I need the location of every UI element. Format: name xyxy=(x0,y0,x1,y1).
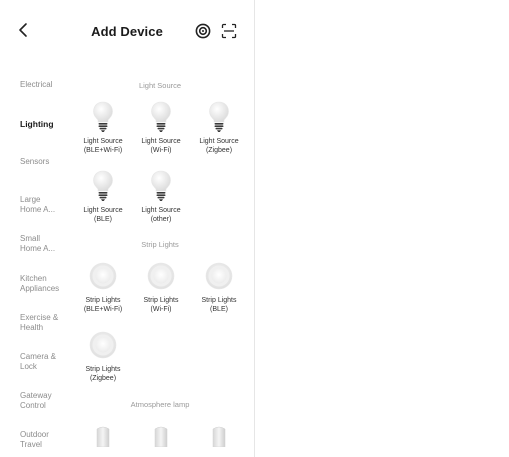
strip-light-icon xyxy=(188,258,250,294)
add-device-screen: Add Device Electrical Lighting Sensors Larg… xyxy=(0,0,255,457)
bulb-icon xyxy=(72,168,134,204)
device-tile[interactable]: Light Source (Wi-Fi) xyxy=(130,99,192,155)
strip-light-icon xyxy=(72,327,134,363)
device-label: Light Source (other) xyxy=(141,207,181,223)
header: Add Device xyxy=(0,0,254,62)
device-label: Light Source (BLE+Wi-Fi) xyxy=(83,138,123,154)
bulb-icon xyxy=(130,99,192,135)
device-label: Light Source (Wi-Fi) xyxy=(141,138,181,154)
sidebar-item-sensors[interactable]: Sensors xyxy=(20,157,70,167)
category-sidebar: Electrical Lighting Sensors Large Home A...… xyxy=(0,62,70,457)
device-grid: Light Source Light Source (BLE+Wi-Fi) Ligh… xyxy=(70,62,254,457)
device-tile[interactable]: Strip Lights (Zigbee) xyxy=(72,327,134,383)
device-tile[interactable]: Strip Lights (BLE+Wi-Fi) xyxy=(72,258,134,314)
device-label: Light Source (Zigbee) xyxy=(199,138,239,154)
device-label: Strip Lights (BLE+Wi-Fi) xyxy=(83,297,123,313)
scan-frame-icon xyxy=(221,23,237,39)
scan-code-button[interactable] xyxy=(221,23,237,39)
sidebar-item-outdoor-travel[interactable]: Outdoor Travel xyxy=(20,430,70,450)
bulb-icon xyxy=(188,99,250,135)
sidebar-item-exercise-health[interactable]: Exercise & Health xyxy=(20,313,70,333)
strip-light-icon xyxy=(72,258,134,294)
device-tile[interactable] xyxy=(188,418,250,454)
device-tile[interactable]: Strip Lights (BLE) xyxy=(188,258,250,314)
atmosphere-lamp-icon xyxy=(72,418,134,454)
sidebar-item-small-home-a[interactable]: Small Home A... xyxy=(20,234,70,254)
section-title-light-source: Light Source xyxy=(138,81,182,90)
bulb-icon xyxy=(130,168,192,204)
device-tile[interactable]: Light Source (BLE) xyxy=(72,168,134,224)
scan-ring-button[interactable] xyxy=(195,23,211,39)
scan-ring-icon xyxy=(195,23,211,39)
sidebar-item-large-home-a[interactable]: Large Home A... xyxy=(20,195,70,215)
device-tile[interactable]: Light Source (Zigbee) xyxy=(188,99,250,155)
device-tile[interactable]: Light Source (other) xyxy=(130,168,192,224)
device-label: Light Source (BLE) xyxy=(83,207,123,223)
device-tile[interactable]: Strip Lights (Wi-Fi) xyxy=(130,258,192,314)
sidebar-item-gateway-control[interactable]: Gateway Control xyxy=(20,391,70,411)
section-title-strip-lights: Strip Lights xyxy=(141,240,179,249)
bulb-icon xyxy=(72,99,134,135)
device-label: Strip Lights (Wi-Fi) xyxy=(143,297,179,313)
page-title: Add Device xyxy=(91,24,163,39)
sidebar-item-kitchen-appliances[interactable]: Kitchen Appliances xyxy=(20,274,70,294)
sidebar-item-lighting[interactable]: Lighting xyxy=(20,119,70,129)
section-title-atmosphere-lamp: Atmosphere lamp xyxy=(130,400,190,409)
device-label: Strip Lights (Zigbee) xyxy=(85,366,121,382)
atmosphere-lamp-icon xyxy=(130,418,192,454)
strip-light-icon xyxy=(130,258,192,294)
device-tile[interactable] xyxy=(130,418,192,454)
device-tile[interactable]: Light Source (BLE+Wi-Fi) xyxy=(72,99,134,155)
sidebar-item-camera-lock[interactable]: Camera & Lock xyxy=(20,352,70,372)
atmosphere-lamp-icon xyxy=(188,418,250,454)
device-label: Strip Lights (BLE) xyxy=(201,297,237,313)
device-tile[interactable] xyxy=(72,418,134,454)
sidebar-item-electrical[interactable]: Electrical xyxy=(20,80,70,90)
